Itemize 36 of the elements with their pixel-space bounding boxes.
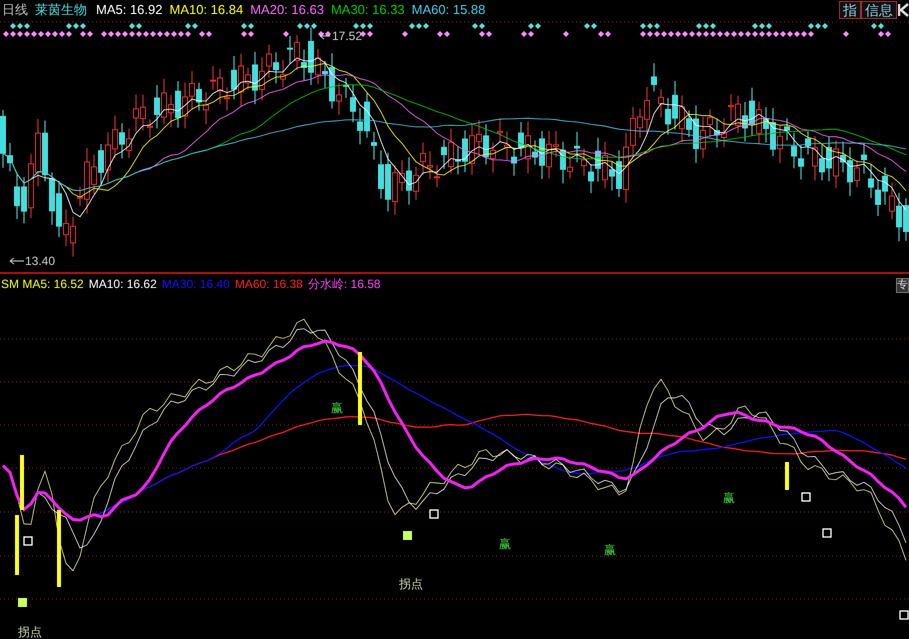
period-label: 日线 [2,1,28,20]
turning-point-label: 拐点 [18,625,42,639]
moving-average-value: MA30: 16.33 [330,1,405,20]
collapse-icon[interactable] [898,3,909,17]
signal-bar [785,462,789,490]
hollow-square-marker [23,536,33,546]
moving-average-value: MA20: 16.63 [250,1,324,20]
indicator-value: MA30: 16.40 [162,276,230,293]
toolbar-button[interactable]: 信息 [861,1,897,19]
arrow-icon [320,32,330,40]
stock-name: 莱茵生物 [35,1,87,20]
moving-average-value: MA5: 16.92 [96,1,162,20]
arrow-icon [10,258,24,264]
moving-average-value: MA10: 16.84 [170,1,244,20]
side-tab-button[interactable]: 专 [896,278,909,293]
hollow-square-marker [801,492,811,502]
moving-average-value: MA60: 15.88 [412,1,486,20]
signal-bar [20,455,24,510]
hollow-square-marker [822,528,832,538]
turning-point-label: 拐点 [399,577,423,591]
hollow-square-marker [899,610,909,620]
low-price-label: 13.40 [25,254,56,268]
indicator-value: MA10: 16.62 [88,276,157,293]
filled-square-marker [403,531,412,540]
toolbar-button[interactable]: 指 [839,1,861,19]
high-price-label: 17.52 [332,29,362,43]
signal-bar [15,515,19,575]
filled-square-marker [18,598,27,607]
hollow-square-marker [429,509,439,519]
win-signal-label: 赢 [499,537,511,551]
win-signal-label: 赢 [604,543,616,557]
win-signal-label: 赢 [331,401,343,415]
indicator-value: MA60: 16.38 [234,276,303,293]
indicator-value: 分水岭: 16.58 [308,276,381,293]
indicator-value: SM MA5: 16.52 [1,276,84,293]
win-signal-label: 赢 [723,491,735,505]
